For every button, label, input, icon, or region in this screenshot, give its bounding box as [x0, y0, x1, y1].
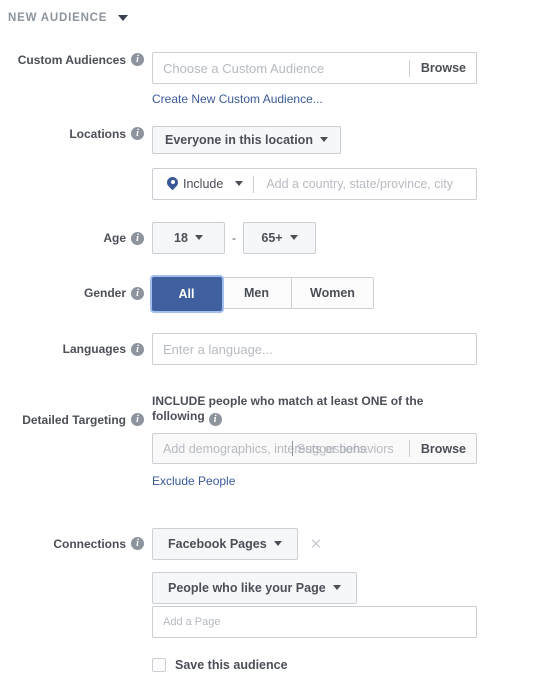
add-page-placeholder: Add a Page	[163, 616, 221, 628]
label-detailed-targeting: Detailed Targeting i	[0, 394, 152, 490]
location-pin-icon	[167, 177, 178, 191]
close-icon[interactable]: ✕	[310, 537, 323, 552]
detailed-targeting-placeholder: Add demographics, interests or behaviors	[163, 441, 394, 456]
info-icon[interactable]: i	[131, 537, 144, 550]
browse-detailed-targeting-button[interactable]: Browse	[421, 442, 466, 456]
row-gender: Gender i All Men Women	[0, 277, 530, 311]
info-icon[interactable]: i	[131, 286, 144, 300]
save-audience-label: Save this audience	[175, 658, 288, 672]
info-icon[interactable]: i	[131, 127, 144, 140]
detailed-targeting-suggestions-overlay: Suggestions	[297, 441, 366, 456]
location-scope-dropdown[interactable]: Everyone in this location	[152, 126, 341, 154]
page-title: NEW AUDIENCE	[8, 12, 108, 24]
new-audience-panel: NEW AUDIENCE Custom Audiences i Choose a…	[0, 0, 550, 689]
chevron-down-icon	[332, 584, 341, 590]
custom-audience-placeholder: Choose a Custom Audience	[163, 60, 325, 76]
browse-custom-audience-button[interactable]: Browse	[421, 61, 466, 75]
row-detailed-targeting: Detailed Targeting i INCLUDE people who …	[0, 394, 530, 490]
languages-input[interactable]: Enter a language...	[152, 333, 477, 365]
create-custom-audience-link[interactable]: Create New Custom Audience...	[152, 92, 323, 106]
connections-type-row: Facebook Pages ✕	[152, 528, 530, 560]
row-age: Age i 18 - 65+	[0, 222, 530, 254]
label-locations: Locations i	[0, 126, 152, 200]
add-page-input[interactable]: Add a Page	[152, 606, 477, 638]
row-custom-audiences: Custom Audiences i Choose a Custom Audie…	[0, 52, 530, 108]
chevron-down-icon	[273, 540, 282, 546]
gender-option-women[interactable]: Women	[292, 278, 373, 308]
row-locations: Locations i Everyone in this location In…	[0, 126, 530, 200]
detailed-targeting-input[interactable]: Add demographics, interests or behaviors…	[152, 433, 477, 464]
label-connections: Connections i	[0, 528, 152, 672]
divider	[408, 440, 410, 457]
label-languages: Languages i	[0, 333, 152, 365]
gender-option-men[interactable]: Men	[222, 278, 292, 308]
custom-audience-input[interactable]: Choose a Custom Audience Browse	[152, 52, 477, 84]
info-icon[interactable]: i	[131, 342, 144, 356]
info-icon[interactable]: i	[131, 53, 144, 66]
chevron-down-icon	[289, 234, 298, 240]
label-gender: Gender i	[0, 277, 152, 309]
location-include-bar[interactable]: Include Add a country, state/province, c…	[152, 168, 477, 200]
text-cursor	[292, 441, 293, 456]
label-age: Age i	[0, 222, 152, 254]
location-search-input[interactable]: Add a country, state/province, city	[266, 177, 453, 191]
divider	[408, 59, 410, 77]
location-include-dropdown[interactable]: Include	[167, 177, 244, 191]
languages-placeholder: Enter a language...	[163, 341, 273, 357]
save-audience-checkbox[interactable]	[152, 658, 166, 672]
connection-type-dropdown[interactable]: Facebook Pages	[152, 528, 298, 560]
info-icon[interactable]: i	[131, 231, 144, 245]
age-range-separator: -	[232, 231, 236, 245]
row-languages: Languages i Enter a language...	[0, 333, 530, 365]
detailed-targeting-heading: INCLUDE people who match at least ONE of…	[152, 394, 424, 426]
divider	[253, 175, 255, 193]
gender-option-all[interactable]: All	[152, 277, 222, 311]
connection-relation-dropdown[interactable]: People who like your Page	[152, 572, 357, 604]
chevron-down-icon	[235, 180, 244, 186]
exclude-people-link[interactable]: Exclude People	[152, 474, 235, 488]
save-audience-row[interactable]: Save this audience	[152, 658, 530, 672]
gender-toggle-group: All Men Women	[152, 277, 374, 311]
chevron-down-icon[interactable]	[118, 15, 129, 21]
info-icon[interactable]: i	[208, 413, 222, 426]
age-max-dropdown[interactable]: 65+	[243, 222, 316, 254]
label-custom-audiences: Custom Audiences i	[0, 52, 152, 108]
age-min-dropdown[interactable]: 18	[152, 222, 225, 254]
row-connections: Connections i Facebook Pages ✕ People wh…	[0, 528, 530, 672]
chevron-down-icon	[319, 136, 328, 142]
audience-header[interactable]: NEW AUDIENCE	[8, 8, 129, 28]
info-icon[interactable]: i	[131, 413, 144, 426]
chevron-down-icon	[194, 234, 203, 240]
